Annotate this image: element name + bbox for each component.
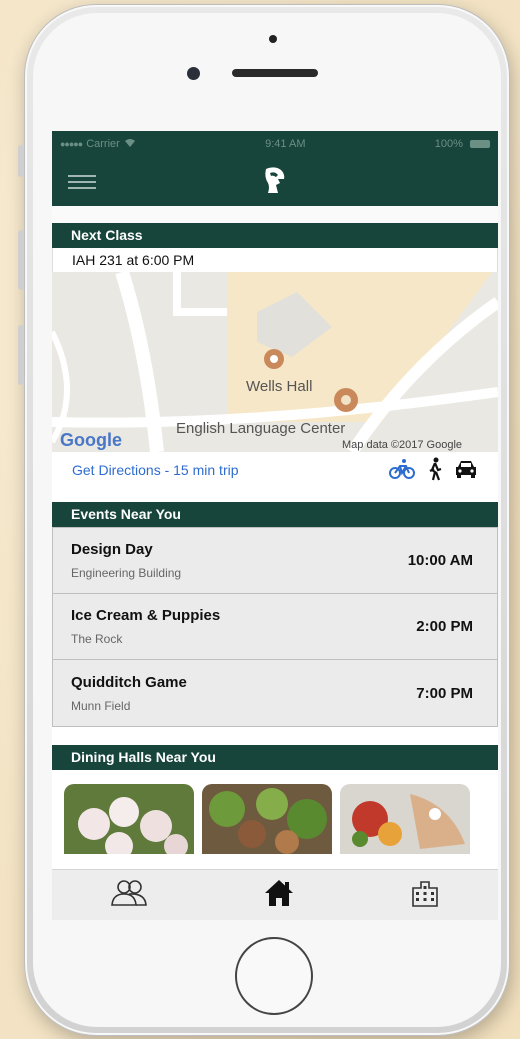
- events-header: Events Near You: [52, 502, 498, 527]
- campus-map[interactable]: Wells Hall English Language Center Googl…: [52, 272, 498, 452]
- event-title: Ice Cream & Puppies: [71, 607, 221, 624]
- proximity-sensor: [269, 35, 277, 43]
- event-time: 2:00 PM: [416, 618, 473, 635]
- google-logo: Google: [60, 430, 122, 450]
- status-bar: ●●●●● Carrier 9:41 AM 100%: [52, 131, 498, 157]
- volume-down-button: [18, 325, 24, 385]
- battery-label: 100%: [434, 138, 463, 150]
- nav-bar: [52, 157, 498, 206]
- front-camera: [187, 67, 200, 80]
- mute-switch: [18, 145, 24, 177]
- home-icon[interactable]: [263, 878, 295, 913]
- event-row[interactable]: Ice Cream & Puppies The Rock 2:00 PM: [53, 594, 497, 660]
- building-icon[interactable]: [409, 878, 441, 913]
- earpiece-speaker: [232, 69, 318, 77]
- event-location: The Rock: [71, 632, 123, 646]
- home-button[interactable]: [235, 937, 313, 1015]
- signal-icon: ●●●●●: [60, 139, 83, 149]
- event-location: Engineering Building: [71, 566, 182, 580]
- spartan-logo-icon: [258, 165, 288, 197]
- map-attribution: Map data ©2017 Google: [342, 439, 463, 451]
- dining-header: Dining Halls Near You: [52, 745, 498, 770]
- bicycle-icon[interactable]: [388, 458, 416, 483]
- hamburger-menu-icon[interactable]: [68, 175, 96, 193]
- wifi-icon: [124, 138, 136, 151]
- walk-icon[interactable]: [426, 457, 444, 484]
- carrier-label: Carrier: [86, 138, 120, 150]
- events-list: Design Day Engineering Building 10:00 AM…: [52, 527, 498, 727]
- next-class-value[interactable]: IAH 231 at 6:00 PM: [52, 248, 498, 272]
- event-time: 7:00 PM: [416, 684, 473, 702]
- event-row[interactable]: Design Day Engineering Building 10:00 AM: [53, 528, 497, 594]
- directions-row: Get Directions - 15 min trip: [52, 452, 498, 488]
- people-icon[interactable]: [109, 879, 149, 912]
- dining-hall-image[interactable]: [64, 784, 194, 854]
- get-directions-link[interactable]: Get Directions - 15 min trip: [72, 462, 239, 478]
- map-label-english-center: English Language Center: [176, 420, 346, 437]
- next-class-header: Next Class: [52, 223, 498, 248]
- dining-hall-image[interactable]: [340, 784, 470, 854]
- volume-up-button: [18, 230, 24, 290]
- status-time: 9:41 AM: [265, 138, 306, 150]
- car-icon[interactable]: [454, 459, 478, 482]
- event-time: 10:00 AM: [407, 552, 473, 569]
- event-location: Munn Field: [71, 698, 131, 713]
- dining-carousel: [52, 770, 498, 854]
- tab-bar: [52, 869, 498, 920]
- event-row[interactable]: Quidditch Game Munn Field 7:00 PM: [53, 660, 497, 726]
- event-title: Design Day: [71, 541, 153, 558]
- map-label-wells-hall: Wells Hall: [246, 378, 313, 395]
- app-screen: ●●●●● Carrier 9:41 AM 100% Next Class IA…: [52, 131, 498, 920]
- battery-icon: [470, 140, 490, 149]
- event-title: Quidditch Game: [71, 673, 187, 691]
- dining-hall-image[interactable]: [202, 784, 332, 854]
